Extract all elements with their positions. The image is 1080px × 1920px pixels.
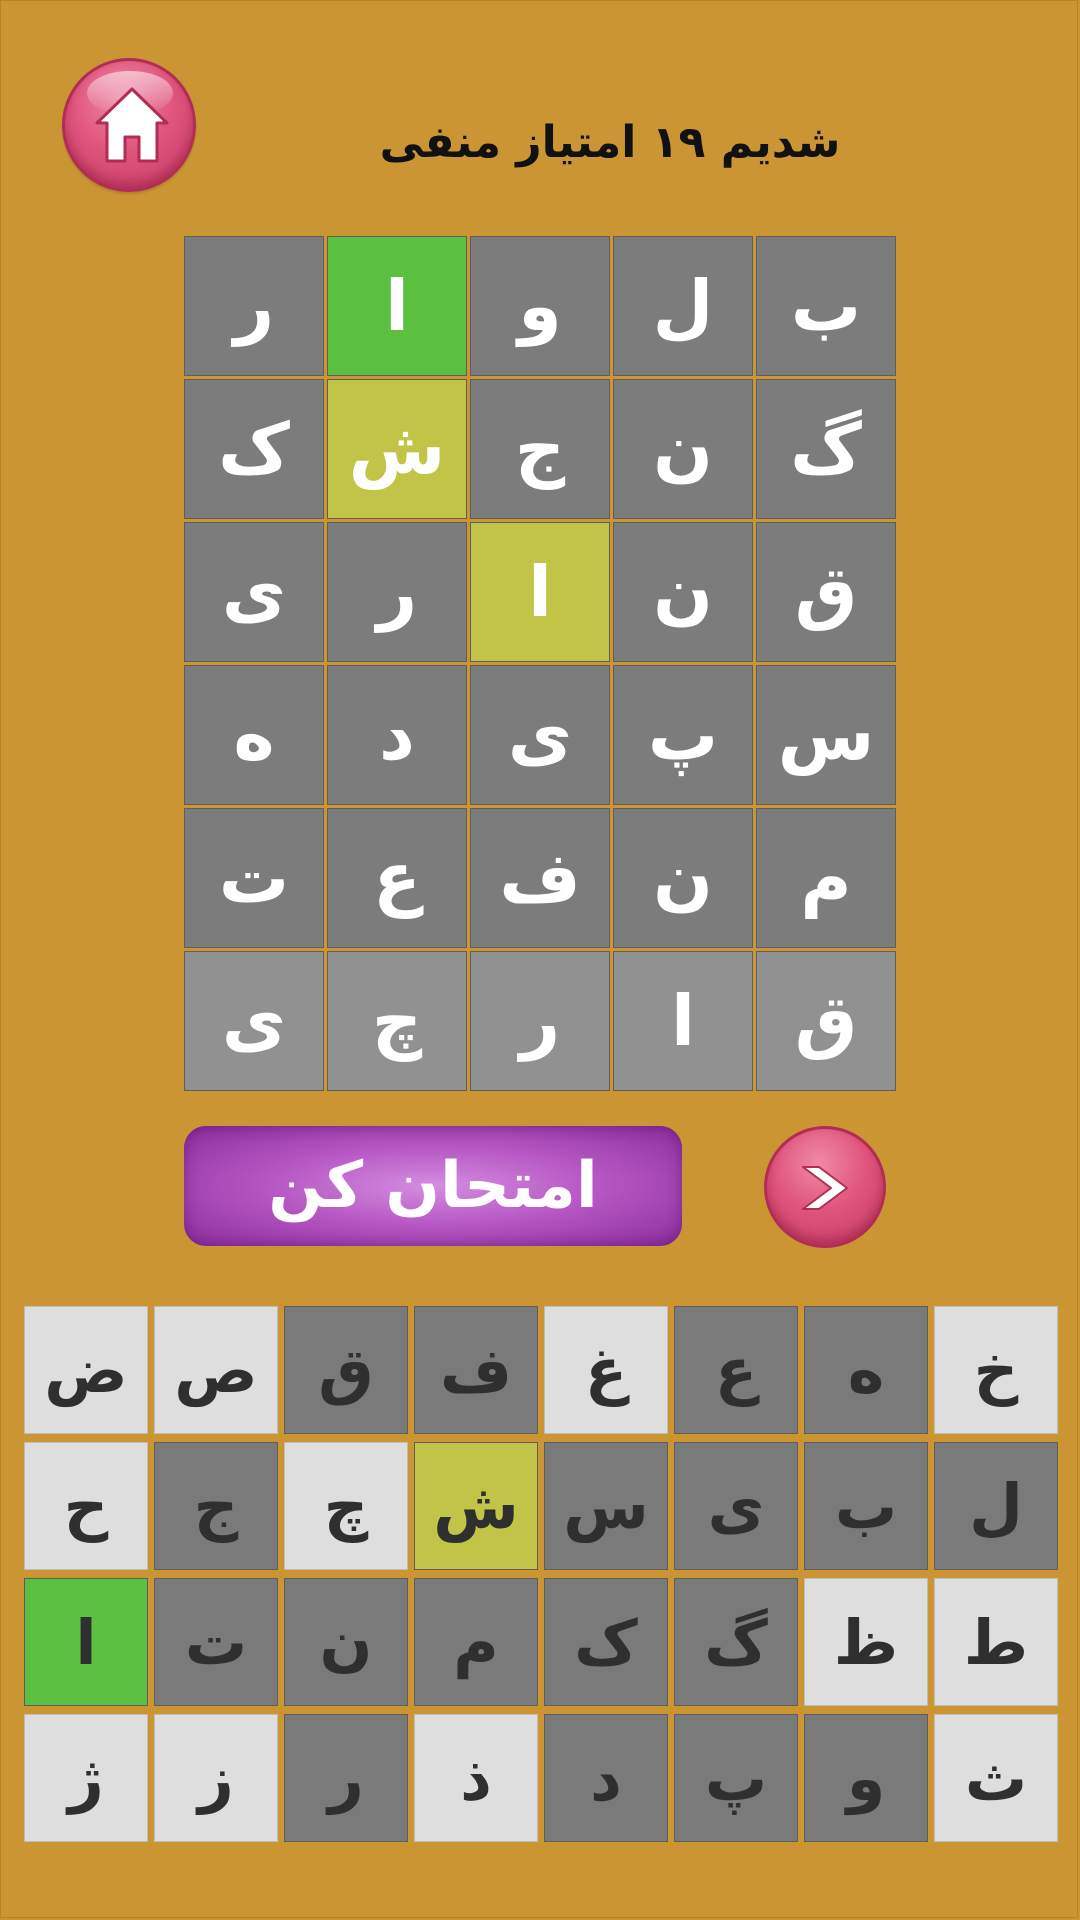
word-board: بلوارگنجشکقناریسپیدهمنفعتقارچی <box>184 236 896 1091</box>
board-tile: ر <box>327 522 467 662</box>
keyboard-key[interactable]: ب <box>804 1442 928 1570</box>
next-button[interactable] <box>764 1126 886 1248</box>
board-tile: ن <box>613 522 753 662</box>
board-tile: ع <box>327 808 467 948</box>
keyboard-key[interactable]: چ <box>284 1442 408 1570</box>
board-tile: ل <box>613 236 753 376</box>
board-tile: ا <box>613 951 753 1091</box>
board-tile: ی <box>470 665 610 805</box>
board-tile: و <box>470 236 610 376</box>
keyboard-key[interactable]: ن <box>284 1578 408 1706</box>
keyboard-key[interactable]: ذ <box>414 1714 538 1842</box>
keyboard-key[interactable]: پ <box>674 1714 798 1842</box>
keyboard-key[interactable]: ص <box>154 1306 278 1434</box>
keyboard-key[interactable]: و <box>804 1714 928 1842</box>
board-tile: ق <box>756 951 896 1091</box>
keyboard-key[interactable]: ا <box>24 1578 148 1706</box>
keyboard-key[interactable]: ر <box>284 1714 408 1842</box>
submit-button[interactable]: امتحان کن <box>184 1126 682 1246</box>
keyboard-key[interactable]: ل <box>934 1442 1058 1570</box>
board-tile: س <box>756 665 896 805</box>
board-tile: ن <box>613 379 753 519</box>
board-tile: گ <box>756 379 896 519</box>
keyboard-key[interactable]: خ <box>934 1306 1058 1434</box>
keyboard-key[interactable]: ز <box>154 1714 278 1842</box>
board-tile: ی <box>184 951 324 1091</box>
keyboard-key[interactable]: ع <box>674 1306 798 1434</box>
keyboard-key[interactable]: گ <box>674 1578 798 1706</box>
keyboard-key[interactable]: ث <box>934 1714 1058 1842</box>
keyboard-key[interactable]: س <box>544 1442 668 1570</box>
board-tile: چ <box>327 951 467 1091</box>
keyboard-key[interactable]: م <box>414 1578 538 1706</box>
board-tile: ت <box>184 808 324 948</box>
score-title: شدیم ۱۹ امتیاز منفی <box>379 117 841 168</box>
board-tile: ج <box>470 379 610 519</box>
board-tile: پ <box>613 665 753 805</box>
board-tile: ی <box>184 522 324 662</box>
board-tile: م <box>756 808 896 948</box>
board-tile: د <box>327 665 467 805</box>
home-icon <box>95 87 169 163</box>
keyboard-key[interactable]: ژ <box>24 1714 148 1842</box>
board-tile: ک <box>184 379 324 519</box>
keyboard-key[interactable]: ح <box>24 1442 148 1570</box>
keyboard-key[interactable]: ش <box>414 1442 538 1570</box>
keyboard-key[interactable]: ک <box>544 1578 668 1706</box>
keyboard-key[interactable]: ی <box>674 1442 798 1570</box>
board-tile: ر <box>470 951 610 1091</box>
keyboard-key[interactable]: ط <box>934 1578 1058 1706</box>
keyboard-key[interactable]: ج <box>154 1442 278 1570</box>
chevron-right-icon <box>802 1166 848 1210</box>
keyboard-key[interactable]: ظ <box>804 1578 928 1706</box>
keyboard-key[interactable]: ض <box>24 1306 148 1434</box>
board-tile: ش <box>327 379 467 519</box>
keyboard-key[interactable]: د <box>544 1714 668 1842</box>
board-tile: ف <box>470 808 610 948</box>
board-tile: ا <box>470 522 610 662</box>
keyboard-key[interactable]: ف <box>414 1306 538 1434</box>
keyboard-key[interactable]: ق <box>284 1306 408 1434</box>
board-tile: ر <box>184 236 324 376</box>
letter-keyboard: خهعغفقصض لبیسشچجح طظگکمنتا ثوپدذرزژ <box>22 1306 1058 1842</box>
board-tile: ق <box>756 522 896 662</box>
keyboard-key[interactable]: ت <box>154 1578 278 1706</box>
board-tile: ا <box>327 236 467 376</box>
keyboard-key[interactable]: ه <box>804 1306 928 1434</box>
keyboard-key[interactable]: غ <box>544 1306 668 1434</box>
board-tile: ه <box>184 665 324 805</box>
board-tile: ن <box>613 808 753 948</box>
board-tile: ب <box>756 236 896 376</box>
home-button[interactable] <box>62 58 196 192</box>
